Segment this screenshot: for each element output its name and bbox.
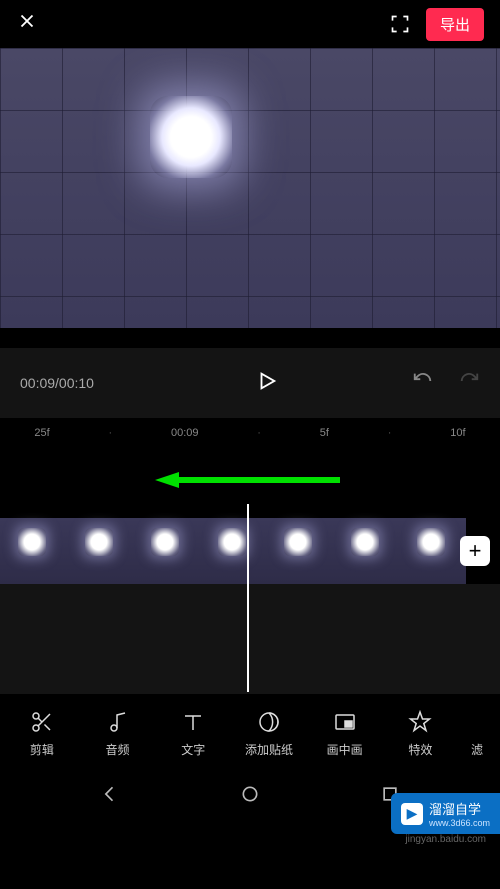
tool-label: 特效 — [408, 741, 432, 758]
timeline-frame[interactable] — [200, 518, 267, 584]
add-clip-button[interactable]: + — [460, 536, 490, 566]
timeline-ruler: 25f · 00:09 · 5f · 10f — [0, 418, 500, 448]
timeline-track[interactable]: + — [0, 518, 500, 584]
timeline-frame[interactable] — [266, 518, 333, 584]
playhead[interactable] — [247, 504, 249, 692]
timeline-frame[interactable] — [333, 518, 400, 584]
close-button[interactable] — [16, 10, 38, 39]
preview-content-light — [150, 96, 232, 178]
timeline-empty-area[interactable] — [0, 584, 500, 694]
redo-button — [458, 370, 480, 397]
pip-icon — [333, 709, 357, 735]
tool-edit[interactable]: 剪辑 — [8, 709, 76, 758]
tool-effects[interactable]: 特效 — [386, 709, 454, 758]
tool-label: 音频 — [106, 741, 130, 758]
undo-button[interactable] — [412, 370, 434, 397]
tool-label: 滤 — [471, 741, 483, 758]
music-note-icon — [106, 709, 130, 735]
export-button[interactable]: 导出 — [426, 8, 484, 41]
nav-back-button[interactable] — [100, 784, 120, 809]
time-display: 00:09/00:10 — [20, 375, 94, 391]
tool-label: 画中画 — [327, 741, 363, 758]
arrow-annotation — [155, 472, 340, 488]
timeline-frame[interactable] — [399, 518, 466, 584]
play-button[interactable] — [256, 370, 278, 397]
play-icon: ▶ — [401, 803, 423, 825]
tool-filter[interactable]: 滤 — [462, 709, 492, 758]
sticker-icon — [257, 709, 281, 735]
tool-label: 文字 — [181, 741, 205, 758]
annotation-overlay — [0, 448, 500, 518]
timeline-frame[interactable] — [0, 518, 67, 584]
timeline-frame[interactable] — [133, 518, 200, 584]
star-icon — [408, 709, 432, 735]
scissors-icon — [30, 709, 54, 735]
footer-attribution: jingyan.baidu.com — [405, 834, 486, 845]
text-icon — [181, 709, 205, 735]
tool-pip[interactable]: 画中画 — [311, 709, 379, 758]
watermark-badge: ▶ 溜溜自学 www.3d66.com — [391, 793, 500, 834]
tool-text[interactable]: 文字 — [159, 709, 227, 758]
tool-label: 添加贴纸 — [245, 741, 293, 758]
tool-sticker[interactable]: 添加贴纸 — [235, 709, 303, 758]
preview-content — [0, 48, 500, 328]
tool-bar: 剪辑 音频 文字 添加贴纸 画中画 — [0, 694, 500, 772]
tool-audio[interactable]: 音频 — [84, 709, 152, 758]
nav-home-button[interactable] — [240, 784, 260, 809]
video-preview[interactable] — [0, 48, 500, 328]
fullscreen-icon[interactable] — [390, 14, 410, 34]
timeline-frame[interactable] — [67, 518, 134, 584]
tool-label: 剪辑 — [30, 741, 54, 758]
